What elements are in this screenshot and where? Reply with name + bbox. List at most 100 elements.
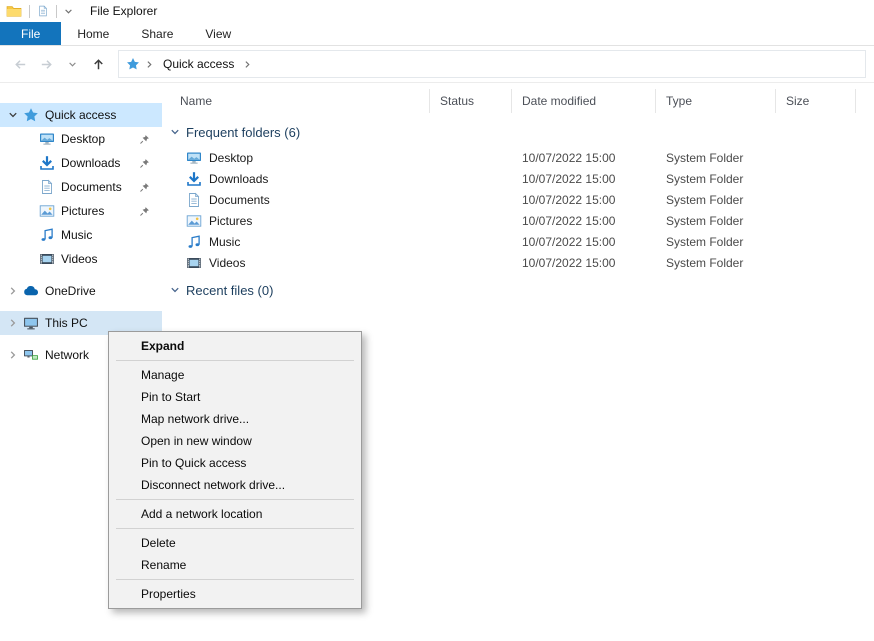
group-label-recent-files: Recent files (0) <box>186 283 273 298</box>
breadcrumb-chevron-icon[interactable] <box>145 60 154 69</box>
downloads-icon <box>39 155 55 171</box>
menu-item-open-in-new-window[interactable]: Open in new window <box>109 430 361 452</box>
file-name: Music <box>209 235 240 249</box>
file-date-modified: 10/07/2022 15:00 <box>512 151 656 165</box>
menu-item-add-a-network-location[interactable]: Add a network location <box>109 503 361 525</box>
sidebar-item-pictures[interactable]: Pictures <box>0 199 162 223</box>
sidebar-item-videos[interactable]: Videos <box>0 247 162 271</box>
tab-share[interactable]: Share <box>125 22 189 45</box>
file-row-documents[interactable]: Documents 10/07/2022 15:00 System Folder <box>162 189 874 210</box>
file-type: System Folder <box>656 193 776 207</box>
music-icon <box>186 234 202 250</box>
menu-item-expand[interactable]: Expand <box>109 335 361 357</box>
sidebar-label-pictures: Pictures <box>61 204 104 218</box>
chevron-right-icon[interactable] <box>8 286 18 296</box>
menu-item-map-network-drive[interactable]: Map network drive... <box>109 408 361 430</box>
tab-home[interactable]: Home <box>61 22 125 45</box>
column-header-status[interactable]: Status <box>430 89 512 113</box>
desktop-icon <box>186 150 202 166</box>
file-row-pictures[interactable]: Pictures 10/07/2022 15:00 System Folder <box>162 210 874 231</box>
pictures-icon <box>39 203 55 219</box>
arrow-left-icon <box>13 57 28 72</box>
quick-access-star-icon <box>126 57 140 71</box>
file-type: System Folder <box>656 151 776 165</box>
file-date-modified: 10/07/2022 15:00 <box>512 214 656 228</box>
file-name: Documents <box>209 193 270 207</box>
pictures-icon <box>186 213 202 229</box>
chevron-down-icon <box>68 60 77 69</box>
chevron-right-icon[interactable] <box>8 318 18 328</box>
breadcrumb-chevron-icon[interactable] <box>243 60 252 69</box>
downloads-icon <box>186 171 202 187</box>
sidebar-label-downloads: Downloads <box>61 156 120 170</box>
file-row-music[interactable]: Music 10/07/2022 15:00 System Folder <box>162 231 874 252</box>
file-type: System Folder <box>656 235 776 249</box>
arrow-right-icon <box>39 57 54 72</box>
breadcrumb-quick-access[interactable]: Quick access <box>159 57 238 71</box>
sidebar-item-quick-access[interactable]: Quick access <box>0 103 162 127</box>
title-bar: File Explorer <box>0 0 874 22</box>
column-header-size[interactable]: Size <box>776 89 856 113</box>
quick-access-toolbar-button-icon[interactable] <box>37 5 49 17</box>
quick-access-star-icon <box>23 107 39 123</box>
menu-item-pin-to-start[interactable]: Pin to Start <box>109 386 361 408</box>
forward-button[interactable] <box>34 52 58 76</box>
address-bar[interactable]: Quick access <box>118 50 866 78</box>
file-explorer-icon <box>6 3 22 19</box>
file-row-downloads[interactable]: Downloads 10/07/2022 15:00 System Folder <box>162 168 874 189</box>
file-type: System Folder <box>656 256 776 270</box>
sidebar-label-desktop: Desktop <box>61 132 105 146</box>
pin-icon <box>139 134 150 145</box>
file-explorer-window: File Explorer File Home Share View Quick… <box>0 0 874 641</box>
sidebar-item-music[interactable]: Music <box>0 223 162 247</box>
menu-item-disconnect-network-drive[interactable]: Disconnect network drive... <box>109 474 361 496</box>
group-header-frequent-folders[interactable]: Frequent folders (6) <box>162 121 874 143</box>
menu-item-manage[interactable]: Manage <box>109 364 361 386</box>
file-date-modified: 10/07/2022 15:00 <box>512 235 656 249</box>
chevron-down-icon[interactable] <box>8 110 18 120</box>
tab-file[interactable]: File <box>0 22 61 45</box>
file-row-desktop[interactable]: Desktop 10/07/2022 15:00 System Folder <box>162 147 874 168</box>
tab-view[interactable]: View <box>189 22 247 45</box>
navigation-bar: Quick access <box>0 46 874 83</box>
up-button[interactable] <box>86 52 110 76</box>
sidebar-label-network: Network <box>45 348 89 362</box>
column-header-type[interactable]: Type <box>656 89 776 113</box>
sidebar-spacer <box>0 271 162 279</box>
sidebar-item-onedrive[interactable]: OneDrive <box>0 279 162 303</box>
file-type: System Folder <box>656 172 776 186</box>
chevron-right-icon[interactable] <box>8 350 18 360</box>
videos-icon <box>39 251 55 267</box>
menu-item-delete[interactable]: Delete <box>109 532 361 554</box>
menu-item-rename[interactable]: Rename <box>109 554 361 576</box>
file-date-modified: 10/07/2022 15:00 <box>512 193 656 207</box>
onedrive-cloud-icon <box>23 283 39 299</box>
context-menu: Expand Manage Pin to Start Map network d… <box>108 331 362 609</box>
sidebar-item-documents[interactable]: Documents <box>0 175 162 199</box>
pin-icon <box>139 206 150 217</box>
sidebar-label-quick-access: Quick access <box>45 108 116 122</box>
sidebar-item-downloads[interactable]: Downloads <box>0 151 162 175</box>
file-row-videos[interactable]: Videos 10/07/2022 15:00 System Folder <box>162 252 874 273</box>
sidebar-label-this-pc: This PC <box>45 316 88 330</box>
recent-locations-dropdown[interactable] <box>60 52 84 76</box>
menu-item-properties[interactable]: Properties <box>109 583 361 605</box>
sidebar-item-desktop[interactable]: Desktop <box>0 127 162 151</box>
toolbar-separator <box>29 5 30 18</box>
group-header-recent-files[interactable]: Recent files (0) <box>162 279 874 301</box>
file-rows: Desktop 10/07/2022 15:00 System Folder D… <box>162 147 874 273</box>
qat-customize-chevron-icon[interactable] <box>64 7 73 16</box>
sidebar-label-music: Music <box>61 228 92 242</box>
menu-separator <box>116 579 354 580</box>
pin-icon <box>139 182 150 193</box>
file-name: Downloads <box>209 172 268 186</box>
menu-item-pin-to-quick-access[interactable]: Pin to Quick access <box>109 452 361 474</box>
column-header-name[interactable]: Name <box>162 89 430 113</box>
this-pc-icon <box>23 315 39 331</box>
documents-icon <box>186 192 202 208</box>
column-headers: Name Status Date modified Type Size <box>162 89 874 113</box>
documents-icon <box>39 179 55 195</box>
back-button[interactable] <box>8 52 32 76</box>
column-header-date-modified[interactable]: Date modified <box>512 89 656 113</box>
file-date-modified: 10/07/2022 15:00 <box>512 256 656 270</box>
